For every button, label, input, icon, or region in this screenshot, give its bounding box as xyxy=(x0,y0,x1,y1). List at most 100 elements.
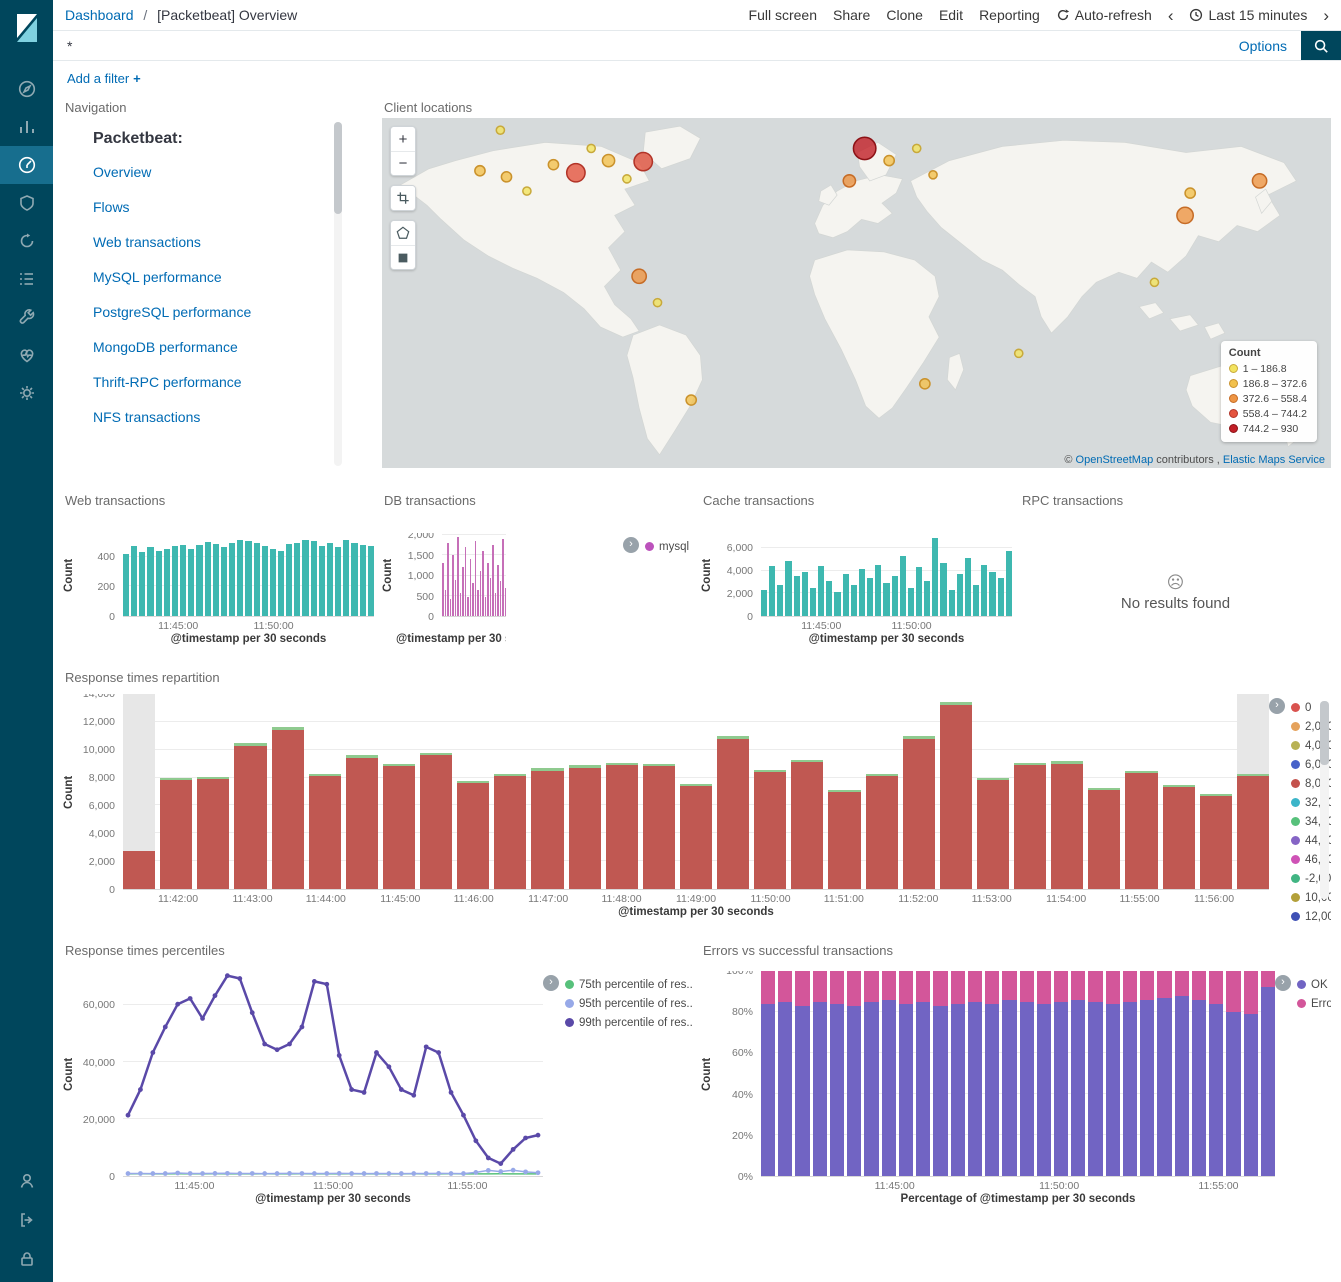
legend-item[interactable]: Error xyxy=(1297,994,1331,1013)
draw-rectangle-button[interactable] xyxy=(391,245,415,269)
menu-item-edit[interactable]: Edit xyxy=(939,7,963,23)
time-picker[interactable]: Last 15 minutes xyxy=(1189,7,1307,23)
map-legend-item[interactable]: 744.2 – 930 xyxy=(1229,421,1307,436)
panel-title: RPC transactions xyxy=(1020,488,1331,511)
bar xyxy=(903,694,935,889)
menu-item-full-screen[interactable]: Full screen xyxy=(749,7,817,23)
visualize-icon xyxy=(17,117,37,137)
legend-item[interactable]: 12,000 xyxy=(1291,907,1331,924)
legend-toggle-icon[interactable]: › xyxy=(1269,698,1285,714)
options-link[interactable]: Options xyxy=(1239,38,1287,54)
nav-link-nfs-transactions[interactable]: NFS transactions xyxy=(93,409,374,425)
elastic-maps-service-link[interactable]: Elastic Maps Service xyxy=(1223,454,1325,466)
nav-link-thrift-rpc-performance[interactable]: Thrift-RPC performance xyxy=(93,374,374,390)
nav-link-postgresql-performance[interactable]: PostgreSQL performance xyxy=(93,304,374,320)
add-filter-link[interactable]: Add a filter+ xyxy=(67,71,141,86)
bar xyxy=(761,971,775,1176)
map-marker xyxy=(1185,188,1195,198)
bars xyxy=(761,971,1275,1176)
bar xyxy=(892,533,898,616)
bar xyxy=(205,533,211,616)
legend-toggle-icon[interactable]: › xyxy=(623,537,639,553)
legend-item[interactable]: 95th percentile of res... xyxy=(565,994,693,1013)
legend-dot xyxy=(1291,836,1300,845)
menu-item-clone[interactable]: Clone xyxy=(886,7,923,23)
legend-dot xyxy=(1291,817,1300,826)
time-back-icon[interactable]: ‹ xyxy=(1168,7,1174,24)
data-point xyxy=(324,982,329,987)
menu-item-reporting[interactable]: Reporting xyxy=(979,7,1040,23)
scrollbar[interactable] xyxy=(1320,701,1329,899)
y-axis: 02,0004,0006,0008,00010,00012,00014,000 xyxy=(75,694,123,890)
x-axis: 11:45:0011:50:0011:55:00 xyxy=(123,1177,543,1193)
search-input[interactable] xyxy=(53,31,1225,60)
legend-dot xyxy=(1291,855,1300,864)
bar xyxy=(802,533,808,616)
data-point xyxy=(411,1171,416,1176)
sidebar-item-dev-tools[interactable] xyxy=(0,298,53,336)
sidebar-nav xyxy=(0,70,53,412)
time-forward-icon[interactable]: › xyxy=(1323,7,1329,24)
draw-polygon-button[interactable] xyxy=(391,221,415,245)
legend-item[interactable]: OK xyxy=(1297,975,1331,994)
sidebar-item-logs[interactable] xyxy=(0,260,53,298)
legend-toggle-icon[interactable]: › xyxy=(543,975,559,991)
menu-item-share[interactable]: Share xyxy=(833,7,870,23)
legend-dot xyxy=(1291,779,1300,788)
kibana-logo[interactable] xyxy=(0,0,53,56)
sidebar-item-timelion[interactable] xyxy=(0,222,53,260)
nav-link-mysql-performance[interactable]: MySQL performance xyxy=(93,269,374,285)
auto-refresh-button[interactable]: Auto-refresh xyxy=(1056,7,1152,23)
legend-label: OK xyxy=(1311,979,1328,991)
scrollbar-thumb[interactable] xyxy=(1320,701,1329,765)
legend-dot xyxy=(1229,394,1238,403)
map-marker xyxy=(1150,278,1158,286)
sidebar-item-monitoring[interactable] xyxy=(0,336,53,374)
scrollbar[interactable] xyxy=(334,122,342,466)
x-axis: 11:45:0011:50:00 xyxy=(761,617,1012,633)
nav-link-web-transactions[interactable]: Web transactions xyxy=(93,234,374,250)
sidebar-item-discover[interactable] xyxy=(0,70,53,108)
data-point xyxy=(312,979,317,984)
plot-area xyxy=(123,533,374,617)
rectangle-icon xyxy=(396,251,410,265)
map-legend-item[interactable]: 558.4 – 744.2 xyxy=(1229,406,1307,421)
bar xyxy=(813,971,827,1176)
x-tick-label: 11:50:00 xyxy=(1039,1180,1079,1192)
sidebar-item-management[interactable] xyxy=(0,374,53,412)
openstreetmap-link[interactable]: OpenStreetMap xyxy=(1076,454,1154,466)
sidebar-item-visualize[interactable] xyxy=(0,108,53,146)
zoom-in-button[interactable]: + xyxy=(391,127,415,151)
x-tick-label: 11:56:00 xyxy=(1194,893,1234,905)
legend-item[interactable]: 75th percentile of res... xyxy=(565,975,693,994)
logout-button[interactable] xyxy=(17,1210,37,1233)
scrollbar-thumb[interactable] xyxy=(334,122,342,214)
nav-link-flows[interactable]: Flows xyxy=(93,199,374,215)
nav-link-overview[interactable]: Overview xyxy=(93,164,374,180)
map-legend-item[interactable]: 1 – 186.8 xyxy=(1229,361,1307,376)
data-point xyxy=(436,1050,441,1055)
search-button[interactable] xyxy=(1301,31,1341,60)
data-point xyxy=(262,1171,267,1176)
breadcrumb-dashboard-link[interactable]: Dashboard xyxy=(65,7,134,23)
user-avatar[interactable] xyxy=(17,1171,37,1194)
map-legend-item[interactable]: 372.6 – 558.4 xyxy=(1229,391,1307,406)
nav-link-mongodb-performance[interactable]: MongoDB performance xyxy=(93,339,374,355)
legend-item[interactable]: 99th percentile of res... xyxy=(565,1013,693,1032)
zoom-out-button[interactable]: − xyxy=(391,151,415,175)
lock-button[interactable] xyxy=(17,1249,37,1272)
legend-label: 95th percentile of res... xyxy=(579,998,693,1010)
fit-data-bounds-button[interactable] xyxy=(391,186,415,210)
data-point xyxy=(237,1171,242,1176)
x-axis-title: @timestamp per 30 seconds xyxy=(123,633,374,651)
legend-item[interactable]: mysql xyxy=(645,537,689,556)
y-tick-label: 20% xyxy=(732,1130,753,1142)
data-point xyxy=(411,1093,416,1098)
world-map[interactable]: + − xyxy=(382,118,1331,468)
legend-toggle-icon[interactable]: › xyxy=(1275,975,1291,991)
data-point xyxy=(461,1171,466,1176)
sidebar-item-dashboard[interactable] xyxy=(0,146,53,184)
map-legend-item[interactable]: 186.8 – 372.6 xyxy=(1229,376,1307,391)
sidebar-item-apm[interactable] xyxy=(0,184,53,222)
legend-label: 744.2 – 930 xyxy=(1243,423,1298,435)
